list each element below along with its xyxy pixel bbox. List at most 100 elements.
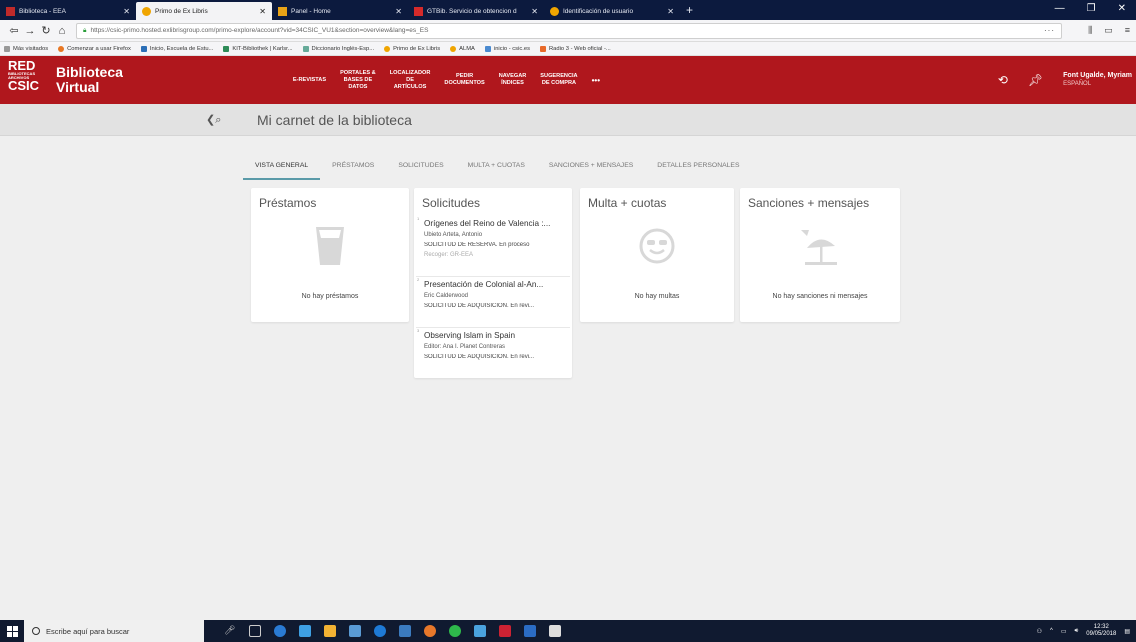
browser-tab-active[interactable]: Primo de Ex Libris ✕ — [136, 2, 272, 20]
task-view-icon[interactable] — [249, 625, 261, 637]
taskbar-search[interactable]: Escribe aquí para buscar — [24, 620, 204, 642]
gear-icon — [4, 45, 10, 52]
nav-sugerencia-compra[interactable]: SUGERENCIA DE COMPRA — [540, 73, 577, 87]
user-menu[interactable]: Font Ugalde, Myriam ESPAÑOL — [1063, 71, 1132, 89]
bookmark-item[interactable]: Radio 3 - Web oficial -... — [539, 45, 611, 52]
close-tab-icon[interactable]: ✕ — [531, 7, 538, 16]
acrobat-icon[interactable] — [499, 625, 511, 637]
menu-icon[interactable]: ≡ — [1125, 25, 1130, 36]
nav-navegar-indices[interactable]: NAVEGAR ÍNDICES — [499, 73, 527, 87]
app-icon[interactable] — [474, 625, 486, 637]
page-title: Mi carnet de la biblioteca — [257, 112, 412, 128]
logo-mark-bottom: CSIC — [8, 78, 40, 93]
reload-icon[interactable]: ↻ — [38, 24, 54, 37]
empty-message: No hay sanciones ni mensajes — [772, 293, 868, 300]
close-tab-icon[interactable]: ✕ — [667, 7, 674, 16]
bookmark-label: Comenzar a usar Firefox — [67, 45, 131, 52]
nav-line: SUGERENCIA — [540, 73, 578, 79]
tab-solicitudes[interactable]: SOLICITUDES — [386, 156, 455, 180]
outlook-icon[interactable] — [399, 625, 411, 637]
card-title: Préstamos — [259, 196, 317, 210]
nav-line: ARTÍCULOS — [393, 83, 427, 90]
request-number: 1 — [417, 216, 420, 221]
people-icon[interactable]: ⚇ — [1037, 628, 1042, 635]
microphone-icon[interactable]: 🎤︎ — [224, 625, 236, 637]
prestamos-card[interactable]: Préstamos No hay préstamos — [251, 188, 409, 322]
gtbib-favicon-icon — [414, 6, 423, 16]
nav-e-revistas[interactable]: E-REVISTAS — [293, 77, 326, 84]
bookmark-item[interactable]: inicio - csic.es — [484, 45, 530, 52]
panel-favicon-icon — [278, 6, 287, 16]
nav-localizador[interactable]: LOCALIZADOR DE ARTÍCULOS — [390, 70, 431, 91]
network-icon[interactable]: ▭ — [1061, 628, 1067, 635]
cortana-icon — [32, 627, 40, 635]
clock[interactable]: 12:32 09/05/2018 — [1086, 624, 1116, 638]
history-icon[interactable]: ⟲ — [998, 73, 1008, 87]
primo-favicon-icon — [142, 6, 151, 16]
ie-icon[interactable] — [374, 625, 386, 637]
browser-toolbar: ⇦ → ↻ ⌂ 🔒︎ https://csic-primo.hosted.exl… — [0, 20, 1136, 42]
bookmark-item[interactable]: KIT-Bibliothek | Karlsr... — [223, 45, 293, 52]
bookmark-item[interactable]: Inicio, Escuela de Estu... — [140, 45, 213, 52]
tab-vista-general[interactable]: VISTA GENERAL — [243, 156, 321, 180]
calculator-icon[interactable] — [549, 625, 561, 637]
close-window-icon[interactable]: ✕ — [1118, 3, 1126, 14]
bookmark-item[interactable]: Diccionario Inglés-Esp... — [302, 45, 374, 52]
tray-chevron-icon[interactable]: ^ — [1050, 628, 1053, 634]
request-item[interactable]: 3 Observing Islam in Spain Editor: Ana I… — [416, 328, 570, 376]
bookmark-item[interactable]: ALMA — [450, 45, 475, 52]
back-icon[interactable]: ⇦ — [6, 24, 22, 37]
page-actions-icon[interactable]: ··· — [1044, 26, 1055, 35]
address-bar[interactable]: 🔒︎ https://csic-primo.hosted.exlibrisgro… — [76, 22, 1062, 39]
request-title[interactable]: Observing Islam in Spain — [424, 328, 570, 340]
sidebar-icon[interactable]: ▭ — [1104, 25, 1113, 36]
nav-line: DATOS — [348, 83, 368, 90]
request-item[interactable]: 2 Presentación de Colonial al-An... Eric… — [416, 277, 570, 328]
bookmark-item[interactable]: Más visitados — [4, 45, 48, 52]
spotify-icon[interactable] — [449, 625, 461, 637]
nav-portales[interactable]: PORTALES & BASES DE DATOS — [340, 70, 376, 91]
new-tab-button[interactable]: + — [686, 3, 693, 17]
pin-icon[interactable]: 📌︎ — [1028, 73, 1043, 87]
tab-sanciones-mensajes[interactable]: SANCIONES + MENSAJES — [537, 156, 645, 180]
browser-tab[interactable]: Panel - Home ✕ — [272, 2, 408, 20]
more-menu-icon[interactable]: ••• — [592, 76, 600, 84]
red-csic-logo: RED BIBLIOTECAS ARCHIVOS CSIC — [8, 59, 48, 100]
request-status: SOLICITUD DE ADQUISICIÓN. En revi... — [424, 303, 535, 309]
close-tab-icon[interactable]: ✕ — [123, 7, 130, 16]
browser-tab[interactable]: Biblioteca - EEA ✕ — [0, 2, 136, 20]
word-icon[interactable] — [524, 625, 536, 637]
collapse-search-icon[interactable]: ❮⌕ — [206, 113, 221, 127]
request-item[interactable]: 1 Orígenes del Reino de Valencia :... Ub… — [416, 216, 570, 277]
minimize-icon[interactable]: — — [1055, 3, 1065, 14]
forward-icon[interactable]: → — [22, 25, 38, 37]
tab-prestamos[interactable]: PRÉSTAMOS — [320, 156, 386, 180]
tab-detalles-personales[interactable]: DETALLES PERSONALES — [645, 156, 751, 180]
explorer-icon[interactable] — [299, 625, 311, 637]
request-title[interactable]: Orígenes del Reino de Valencia :... — [424, 216, 570, 228]
close-tab-icon[interactable]: ✕ — [395, 7, 402, 16]
start-button[interactable] — [0, 620, 24, 642]
notifications-icon[interactable]: ▤ — [1124, 628, 1130, 635]
header-right: ⟲ 📌︎ Font Ugalde, Myriam ESPAÑOL — [998, 56, 1132, 104]
maximize-icon[interactable]: ❐ — [1087, 3, 1096, 14]
request-title[interactable]: Presentación de Colonial al-An... — [424, 277, 570, 289]
browser-tab[interactable]: Identificación de usuario ✕ — [544, 2, 680, 20]
logo-text: Biblioteca Virtual — [56, 65, 123, 95]
library-icon[interactable]: ⫼ — [1088, 25, 1092, 36]
tab-multa-cuotas[interactable]: MULTA + CUOTAS — [456, 156, 537, 180]
firefox-taskbar-icon[interactable] — [424, 625, 436, 637]
volume-icon[interactable]: 🔊︎ — [1075, 628, 1079, 635]
mail-icon[interactable] — [349, 625, 361, 637]
home-icon[interactable]: ⌂ — [54, 25, 70, 37]
logo[interactable]: RED BIBLIOTECAS ARCHIVOS CSIC Biblioteca… — [8, 59, 123, 100]
bookmark-item[interactable]: Comenzar a usar Firefox — [58, 45, 131, 52]
sanciones-card[interactable]: Sanciones + mensajes No hay sanciones ni… — [740, 188, 900, 322]
edge-icon[interactable] — [274, 625, 286, 637]
store-icon[interactable] — [324, 625, 336, 637]
bookmark-item[interactable]: Primo de Ex Libris — [384, 45, 440, 52]
browser-tab[interactable]: GTBib. Servicio de obtencion d ✕ — [408, 2, 544, 20]
multas-card[interactable]: Multa + cuotas No hay multas — [580, 188, 734, 322]
nav-pedir-documentos[interactable]: PEDIR DOCUMENTOS — [444, 73, 484, 87]
close-tab-icon[interactable]: ✕ — [259, 7, 266, 16]
